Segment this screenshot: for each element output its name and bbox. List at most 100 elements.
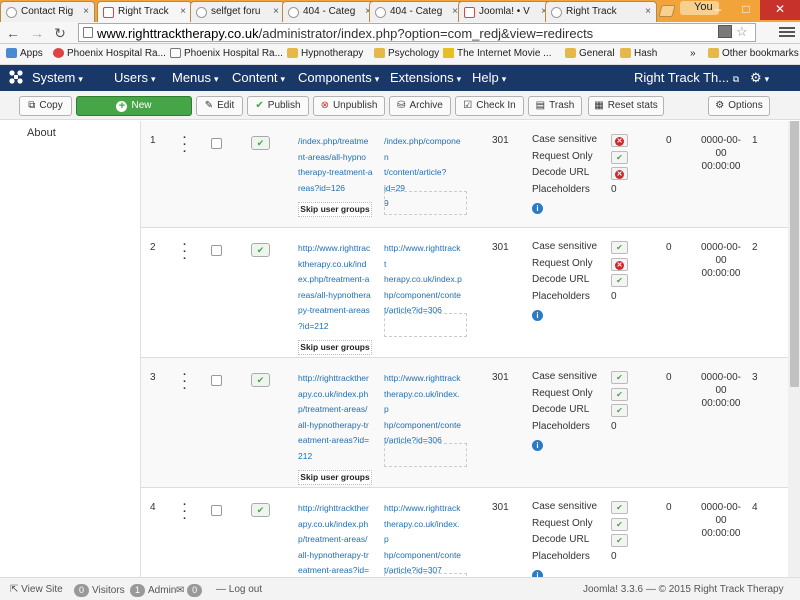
edit-button[interactable]: ✎ Edit: [196, 96, 243, 116]
row-checkbox[interactable]: [211, 138, 222, 149]
site-name-link[interactable]: Right Track Th... ⧉: [634, 70, 739, 85]
browser-tab[interactable]: 404 - Categ×: [282, 1, 377, 22]
skip-user-groups-button[interactable]: Skip user groups: [298, 470, 372, 485]
maximize-icon[interactable]: □: [732, 0, 760, 20]
scrollbar-thumb[interactable]: [790, 121, 799, 387]
drag-handle-icon[interactable]: · · ·: [183, 370, 187, 395]
browser-tab[interactable]: Right Track ×: [545, 1, 657, 22]
bookmark-item[interactable]: General: [565, 48, 615, 59]
view-site-link[interactable]: ⇱ View Site: [10, 584, 63, 595]
info-icon[interactable]: i: [532, 440, 543, 451]
request-toggle-icon[interactable]: ✔: [611, 150, 628, 164]
row-checkbox[interactable]: [211, 245, 222, 256]
decode-toggle-icon[interactable]: ✔: [611, 404, 628, 417]
unpublish-button[interactable]: ⊗ Unpublish: [313, 96, 385, 116]
logout-link[interactable]: — Log out: [216, 584, 262, 595]
joomla-logo-icon[interactable]: [8, 69, 24, 85]
destination-url-link[interactable]: http://www.righttracktherapy.co.uk/index…: [384, 501, 462, 577]
info-icon[interactable]: i: [532, 203, 543, 214]
bookmark-item[interactable]: The Internet Movie ...: [443, 48, 552, 59]
back-icon[interactable]: ←: [5, 25, 21, 41]
bookmark-item[interactable]: Phoenix Hospital Ra...: [53, 48, 166, 59]
nav-menu-content[interactable]: Content ▾: [232, 70, 285, 85]
page-info-icon[interactable]: [83, 27, 93, 38]
browser-tab[interactable]: 404 - Categ×: [369, 1, 464, 22]
publish-toggle[interactable]: ✔: [251, 243, 270, 257]
reload-icon[interactable]: ↻: [52, 25, 68, 42]
case-toggle-icon[interactable]: ✔: [611, 241, 628, 254]
options-button[interactable]: ⚙ Options: [708, 96, 770, 116]
case-toggle-icon[interactable]: ✕: [611, 134, 628, 147]
destination-placeholder-box[interactable]: [384, 443, 467, 467]
source-url-link[interactable]: /index.php/treatme nt-areas/all-hypno ther…: [298, 134, 376, 196]
new-button[interactable]: + New: [76, 96, 192, 116]
drag-handle-icon[interactable]: · · ·: [183, 240, 187, 265]
browser-tab[interactable]: Joomla! • V×: [458, 1, 553, 22]
destination-url-link[interactable]: http://www.righttracktherapy.co.uk/index…: [384, 241, 462, 319]
archive-button[interactable]: ⛁ Archive: [389, 96, 451, 116]
messages-indicator[interactable]: ✉ 0: [176, 584, 205, 597]
bookmark-item[interactable]: Psychology: [374, 48, 439, 59]
row-checkbox[interactable]: [211, 505, 222, 516]
bookmark-item[interactable]: Hypnotherapy: [287, 48, 363, 59]
publish-button[interactable]: ✔ Publish: [247, 96, 309, 116]
minimize-icon[interactable]: –: [704, 0, 732, 20]
destination-placeholder-box[interactable]: [384, 190, 467, 215]
skip-user-groups-button[interactable]: Skip user groups: [298, 340, 372, 355]
drag-handle-icon[interactable]: · · ·: [183, 133, 187, 158]
close-tab-icon[interactable]: ×: [83, 6, 89, 17]
close-window-icon[interactable]: ✕: [760, 0, 800, 20]
nav-menu-help[interactable]: Help ▾: [472, 70, 506, 85]
nav-menu-menus[interactable]: Menus ▾: [172, 70, 219, 85]
nav-menu-users[interactable]: Users ▾: [114, 70, 155, 85]
close-tab-icon[interactable]: ×: [645, 6, 651, 17]
other-bookmarks[interactable]: Other bookmarks: [708, 48, 799, 59]
nav-menu-components[interactable]: Components ▾: [298, 70, 379, 85]
decode-toggle-icon[interactable]: ✕: [611, 167, 628, 180]
browser-tab[interactable]: Right Track ×: [97, 1, 192, 22]
info-icon[interactable]: i: [532, 570, 543, 577]
url-bar[interactable]: www.righttracktherapy.co.uk/administrato…: [78, 23, 756, 42]
skip-user-groups-button[interactable]: Skip user groups: [298, 202, 372, 217]
new-tab-button[interactable]: [658, 5, 676, 17]
close-tab-icon[interactable]: ×: [273, 6, 279, 17]
nav-menu-extensions[interactable]: Extensions ▾: [390, 70, 461, 85]
user-settings-menu[interactable]: ⚙ ▾: [750, 70, 769, 86]
plus-icon: +: [116, 101, 128, 112]
info-icon[interactable]: i: [532, 310, 543, 321]
trash-button[interactable]: ▤ Trash: [528, 96, 582, 116]
sidebar-item-about[interactable]: About: [27, 127, 56, 139]
source-url-link[interactable]: http://www.righttrac ktherapy.co.uk/ind ex…: [298, 241, 376, 334]
reset-stats-button[interactable]: ▦ Reset stats: [588, 96, 664, 116]
browser-tab[interactable]: selfget foru ×: [190, 1, 285, 22]
extension-icon[interactable]: [718, 25, 732, 38]
forward-icon[interactable]: →: [29, 25, 45, 41]
bookmark-item[interactable]: Apps: [6, 48, 43, 59]
destination-placeholder-box[interactable]: [384, 313, 467, 337]
bookmarks-overflow-button[interactable]: »: [690, 48, 696, 59]
copy-button[interactable]: ⧉ Copy: [19, 96, 72, 116]
chrome-menu-icon[interactable]: [779, 25, 795, 39]
request-toggle-icon[interactable]: ✔: [611, 387, 628, 401]
bookmark-star-icon[interactable]: ☆: [736, 24, 748, 40]
case-toggle-icon[interactable]: ✔: [611, 371, 628, 384]
publish-toggle[interactable]: ✔: [251, 503, 270, 517]
bookmark-item[interactable]: Hash: [620, 48, 657, 59]
publish-toggle[interactable]: ✔: [251, 373, 270, 387]
publish-toggle[interactable]: ✔: [251, 136, 270, 150]
browser-tab[interactable]: Contact Rig ×: [0, 1, 95, 22]
checkin-button[interactable]: ☑ Check In: [455, 96, 524, 116]
destination-url-link[interactable]: http://www.righttracktherapy.co.uk/index…: [384, 371, 462, 449]
close-tab-icon[interactable]: ×: [180, 6, 186, 17]
case-toggle-icon[interactable]: ✔: [611, 501, 628, 514]
source-url-link[interactable]: http://righttrackther apy.co.uk/index.ph p…: [298, 501, 376, 577]
row-checkbox[interactable]: [211, 375, 222, 386]
nav-menu-system[interactable]: System ▾: [32, 70, 83, 85]
drag-handle-icon[interactable]: · · ·: [183, 500, 187, 525]
bookmark-item[interactable]: Phoenix Hospital Ra...: [170, 48, 283, 59]
source-url-link[interactable]: http://righttrackther apy.co.uk/index.ph p…: [298, 371, 376, 464]
decode-toggle-icon[interactable]: ✔: [611, 274, 628, 287]
request-toggle-icon[interactable]: ✔: [611, 517, 628, 531]
decode-toggle-icon[interactable]: ✔: [611, 534, 628, 547]
request-toggle-icon[interactable]: ✕: [611, 257, 628, 271]
